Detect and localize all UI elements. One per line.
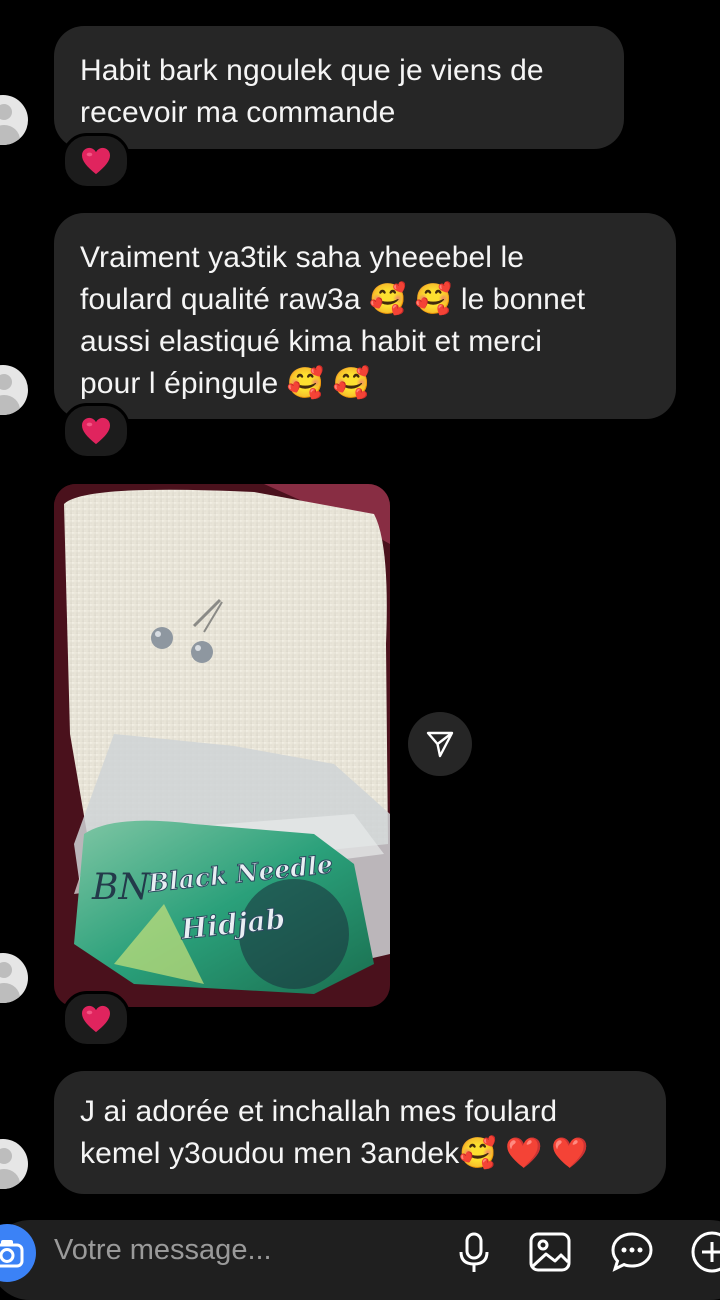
message-text: Habit bark ngoulek que je viens de recev… <box>80 54 544 129</box>
message-text-line: Vraiment ya3tik saha yheeebel le <box>80 241 525 274</box>
message-text-line: kemel y3oudou men 3andek🥰 ❤️ ❤️ <box>80 1137 589 1170</box>
message-text-line: pour l épingule 🥰 🥰 <box>80 367 371 400</box>
message-bubble-1[interactable]: Habit bark ngoulek que je viens de recev… <box>54 26 624 149</box>
share-icon <box>426 731 454 758</box>
message-input[interactable]: Votre message... <box>54 1234 272 1267</box>
microphone-icon[interactable] <box>452 1230 496 1274</box>
sticker-icon[interactable] <box>610 1230 654 1274</box>
photo-logo-text: BN <box>91 867 151 908</box>
message-text-line: J ai adorée et inchallah mes foulard <box>80 1095 558 1128</box>
heart-icon <box>82 1005 110 1033</box>
heart-icon <box>82 147 110 175</box>
plus-icon[interactable] <box>690 1230 720 1274</box>
photo-image: BN Black Needle Hidjab <box>54 484 390 1007</box>
message-photo[interactable]: BN Black Needle Hidjab <box>54 484 390 1007</box>
share-button[interactable] <box>408 712 472 776</box>
gallery-icon[interactable] <box>528 1230 572 1274</box>
message-text-line: foulard qualité raw3a 🥰 🥰 le bonnet <box>80 283 586 316</box>
message-composer: Votre message... <box>0 1208 720 1300</box>
sender-avatar[interactable] <box>0 95 28 145</box>
sender-avatar[interactable] <box>0 1139 28 1189</box>
sender-avatar[interactable] <box>0 953 28 1003</box>
message-bubble-4[interactable]: J ai adorée et inchallah mes foulard kem… <box>54 1071 666 1194</box>
reaction-badge[interactable] <box>62 133 130 189</box>
heart-icon <box>82 417 110 445</box>
message-text-line: aussi elastiqué kima habit et merci <box>80 325 543 358</box>
message-bubble-2[interactable]: Vraiment ya3tik saha yheeebel le foulard… <box>54 213 676 419</box>
sender-avatar[interactable] <box>0 365 28 415</box>
reaction-badge[interactable] <box>62 991 130 1047</box>
camera-icon <box>0 1240 24 1268</box>
reaction-badge[interactable] <box>62 403 130 459</box>
